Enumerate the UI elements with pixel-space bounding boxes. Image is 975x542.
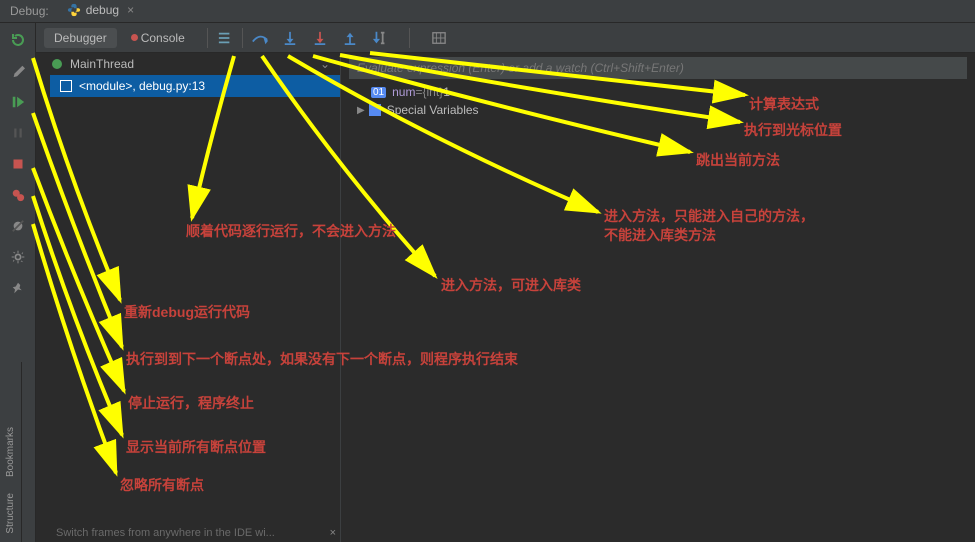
tab-label: debug	[86, 3, 119, 17]
evaluate-icon[interactable]	[430, 29, 448, 47]
mute-breakpoints-icon[interactable]	[9, 217, 27, 235]
resume-icon[interactable]	[9, 93, 27, 111]
variable-row[interactable]: 01 num = {int} 1	[341, 83, 975, 101]
debug-tab[interactable]: debug ×	[59, 0, 142, 22]
frames-hint: Switch frames from anywhere in the IDE w…	[56, 527, 275, 539]
run-to-cursor-icon[interactable]	[371, 29, 389, 47]
debug-label: Debug:	[0, 4, 59, 18]
var-value: 1	[443, 85, 450, 99]
python-icon	[67, 3, 81, 17]
thread-status-icon	[52, 59, 62, 69]
special-icon	[369, 104, 381, 116]
var-badge: 01	[371, 87, 386, 98]
step-over-icon[interactable]	[251, 29, 269, 47]
var-name: num	[392, 85, 415, 99]
step-into-my-icon[interactable]	[311, 29, 329, 47]
chevron-right-icon: ▶	[357, 105, 365, 116]
settings-icon[interactable]	[9, 248, 27, 266]
thread-row[interactable]: MainThread ⌄	[42, 53, 340, 75]
console-tab[interactable]: Console	[121, 28, 195, 48]
step-out-icon[interactable]	[341, 29, 359, 47]
hint-close-icon[interactable]: ×	[330, 527, 336, 539]
structure-tab[interactable]: Structure	[3, 485, 18, 542]
frame-icon	[60, 80, 72, 92]
rerun-icon[interactable]	[9, 31, 27, 49]
view-breakpoints-icon[interactable]	[9, 186, 27, 204]
step-into-icon[interactable]	[281, 29, 299, 47]
bookmarks-tab[interactable]: Bookmarks	[3, 419, 18, 485]
stop-icon[interactable]	[9, 155, 27, 173]
special-label: Special Variables	[387, 103, 479, 117]
pin-icon[interactable]	[9, 279, 27, 297]
stack-frame[interactable]: <module>, debug.py:13	[50, 75, 340, 97]
thread-name: MainThread	[70, 57, 134, 71]
modify-icon[interactable]	[9, 62, 27, 80]
special-vars-row[interactable]: ▶ Special Variables	[341, 101, 975, 119]
close-icon[interactable]: ×	[127, 3, 134, 17]
debugger-tab[interactable]: Debugger	[44, 28, 117, 48]
chevron-down-icon[interactable]: ⌄	[320, 57, 330, 71]
var-type: {int}	[422, 85, 443, 99]
var-eq: =	[415, 85, 422, 99]
frame-label: <module>, debug.py:13	[79, 79, 205, 93]
pause-icon[interactable]	[9, 124, 27, 142]
evaluate-input[interactable]: Evaluate expression (Enter) or add a wat…	[349, 57, 967, 79]
threads-icon[interactable]	[216, 29, 234, 47]
